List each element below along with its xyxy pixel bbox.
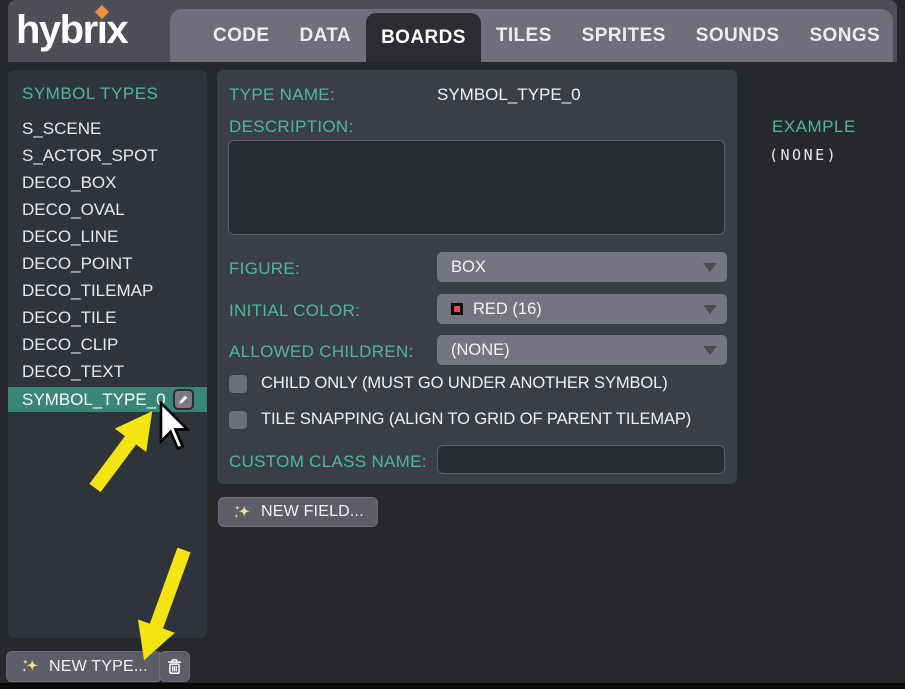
main-nav: CODE DATA BOARDS TILES SPRITES SOUNDS SO… — [170, 9, 893, 62]
chevron-down-icon — [703, 263, 717, 272]
tile-snapping-label: TILE SNAPPING (ALIGN TO GRID OF PARENT T… — [261, 410, 691, 429]
pencil-icon — [177, 393, 190, 406]
chevron-down-icon — [703, 305, 717, 314]
list-item[interactable]: S_ACTOR_SPOT — [8, 143, 207, 170]
figure-value: BOX — [451, 258, 486, 277]
type-name-label: TYPE NAME: — [229, 85, 335, 105]
tab-sounds[interactable]: SOUNDS — [681, 9, 795, 62]
type-editor-panel: TYPE NAME: SYMBOL_TYPE_0 DESCRIPTION: FI… — [217, 70, 737, 484]
new-field-label: NEW FIELD... — [261, 503, 364, 521]
figure-dropdown[interactable]: BOX — [437, 252, 727, 282]
list-item[interactable]: DECO_POINT — [8, 251, 207, 278]
new-field-button[interactable]: NEW FIELD... — [218, 497, 378, 527]
header-bar: hybrıx CODE DATA BOARDS TILES SPRITES SO… — [8, 0, 897, 62]
custom-class-label: CUSTOM CLASS NAME: — [229, 452, 427, 472]
tab-data[interactable]: DATA — [285, 9, 367, 62]
allowed-children-value: (NONE) — [451, 341, 510, 360]
tab-tiles[interactable]: TILES — [481, 9, 567, 62]
tab-songs[interactable]: SONGS — [794, 9, 895, 62]
tab-boards[interactable]: BOARDS — [366, 13, 481, 62]
tile-snapping-checkbox[interactable] — [229, 411, 247, 429]
tile-snapping-row: TILE SNAPPING (ALIGN TO GRID OF PARENT T… — [229, 410, 691, 429]
tab-code[interactable]: CODE — [198, 9, 285, 62]
trash-icon — [165, 657, 184, 676]
example-value: (NONE) — [769, 146, 838, 164]
list-item[interactable]: DECO_CLIP — [8, 332, 207, 359]
new-type-label: NEW TYPE... — [49, 658, 148, 676]
type-name-value: SYMBOL_TYPE_0 — [437, 85, 581, 105]
initial-color-dropdown[interactable]: RED (16) — [437, 294, 727, 324]
list-item[interactable]: DECO_TILE — [8, 305, 207, 332]
delete-type-button[interactable] — [159, 651, 190, 682]
selected-item-label: SYMBOL_TYPE_0 — [22, 387, 166, 413]
figure-label: FIGURE: — [229, 259, 300, 279]
chevron-down-icon — [703, 346, 717, 355]
list-item[interactable]: DECO_TEXT — [8, 359, 207, 386]
list-item[interactable]: DECO_TILEMAP — [8, 278, 207, 305]
example-title: EXAMPLE — [772, 117, 856, 137]
allowed-children-dropdown[interactable]: (NONE) — [437, 335, 727, 365]
description-textarea[interactable] — [228, 140, 725, 235]
logo-text-end: x — [106, 8, 127, 52]
color-swatch — [451, 303, 463, 315]
description-label: DESCRIPTION: — [229, 117, 354, 137]
allowed-children-label: ALLOWED CHILDREN: — [229, 342, 414, 362]
symbol-type-list: S_SCENE S_ACTOR_SPOT DECO_BOX DECO_OVAL … — [8, 116, 207, 413]
hybrix-app: hybrıx CODE DATA BOARDS TILES SPRITES SO… — [0, 0, 905, 689]
edit-type-button[interactable] — [173, 389, 194, 410]
logo-text: hybr — [16, 8, 97, 52]
child-only-checkbox[interactable] — [229, 375, 247, 393]
list-item[interactable]: DECO_LINE — [8, 224, 207, 251]
custom-class-input[interactable] — [437, 445, 725, 474]
new-type-button[interactable]: NEW TYPE... — [6, 651, 162, 682]
child-only-label: CHILD ONLY (MUST GO UNDER ANOTHER SYMBOL… — [261, 374, 668, 393]
list-item-selected[interactable]: SYMBOL_TYPE_0 — [8, 387, 207, 412]
list-item[interactable]: S_SCENE — [8, 116, 207, 143]
bottom-edge — [0, 683, 905, 689]
symbol-types-title: SYMBOL TYPES — [22, 84, 158, 104]
tab-sprites[interactable]: SPRITES — [567, 9, 681, 62]
list-item[interactable]: DECO_OVAL — [8, 197, 207, 224]
app-logo: hybrıx — [16, 4, 127, 56]
initial-color-label: INITIAL COLOR: — [229, 301, 360, 321]
child-only-row: CHILD ONLY (MUST GO UNDER ANOTHER SYMBOL… — [229, 374, 668, 393]
initial-color-value: RED (16) — [473, 300, 542, 319]
symbol-types-panel: SYMBOL TYPES S_SCENE S_ACTOR_SPOT DECO_B… — [8, 70, 207, 638]
sparkles-icon — [20, 656, 41, 677]
list-item[interactable]: DECO_BOX — [8, 170, 207, 197]
sparkles-icon — [232, 502, 253, 523]
